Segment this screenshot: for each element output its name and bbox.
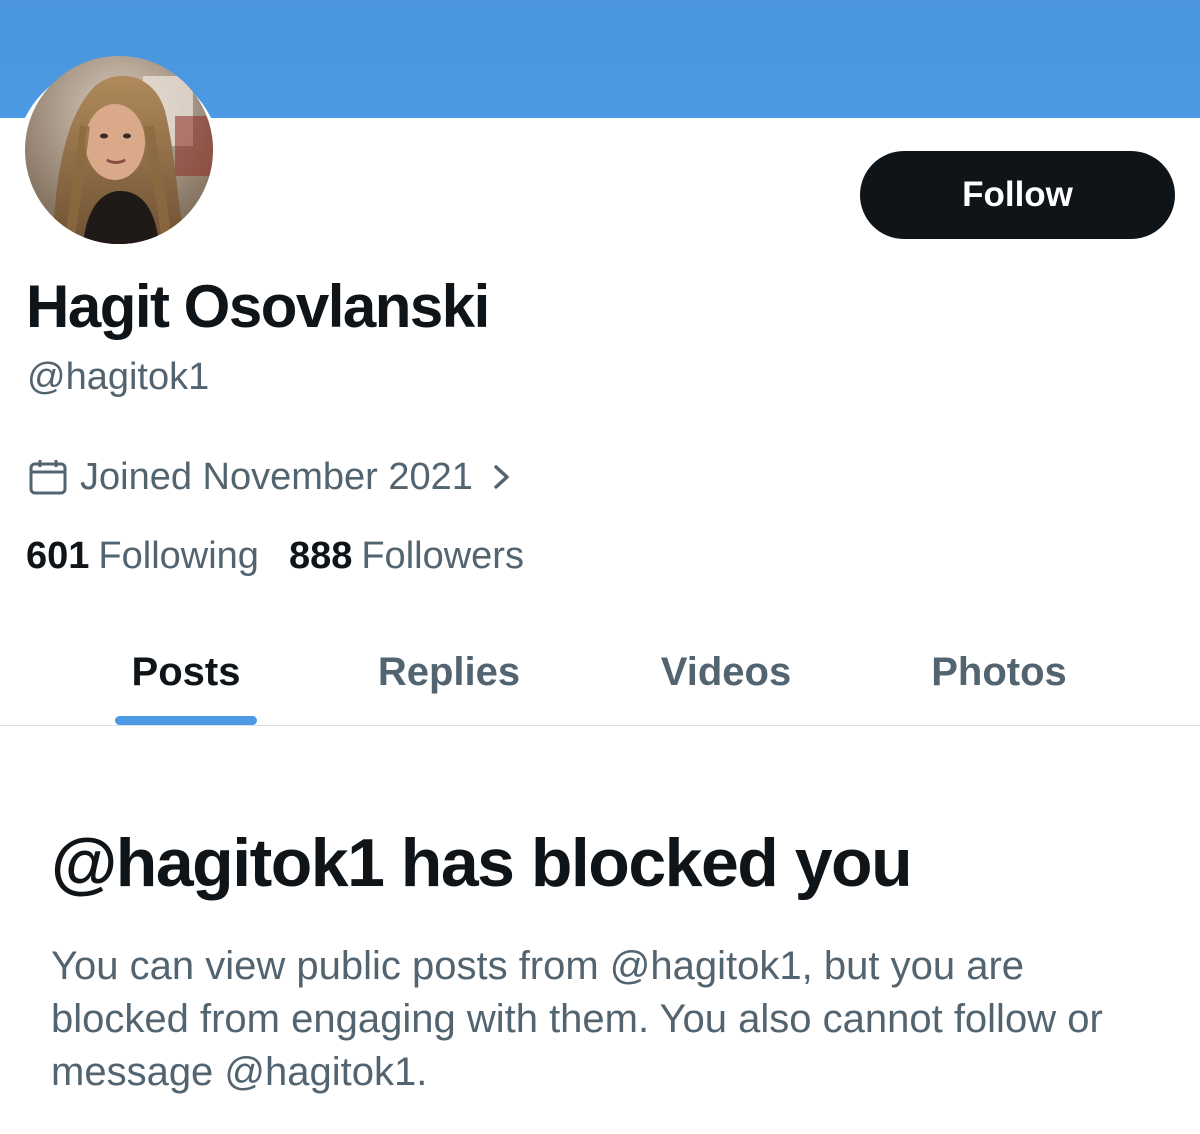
profile-handle: @hagitok1: [27, 356, 210, 398]
chevron-right-icon: [489, 460, 515, 494]
calendar-icon: [28, 457, 68, 497]
active-tab-indicator: [115, 716, 257, 725]
tab-photos[interactable]: Photos: [899, 620, 1099, 725]
blocked-notice-title: @hagitok1 has blocked you: [51, 825, 913, 901]
display-name: Hagit Osovlanski: [26, 273, 490, 340]
joined-date-text: Joined November 2021: [80, 455, 473, 498]
following-count: 601: [26, 535, 90, 577]
followers-label: Followers: [361, 535, 524, 577]
following-stat[interactable]: 601 Following: [26, 535, 259, 578]
avatar[interactable]: [25, 56, 213, 244]
tab-posts[interactable]: Posts: [86, 620, 286, 725]
followers-count: 888: [288, 535, 353, 577]
avatar-photo: [25, 56, 213, 244]
joined-date-row[interactable]: Joined November 2021: [28, 452, 515, 502]
profile-tabs: Posts Replies Videos Photos: [0, 620, 1200, 726]
followers-stat[interactable]: 888 Followers: [289, 535, 524, 578]
tab-videos[interactable]: Videos: [626, 620, 826, 725]
blocked-notice-description: You can view public posts from @hagitok1…: [51, 944, 1103, 1094]
tab-replies[interactable]: Replies: [349, 620, 549, 725]
following-label: Following: [98, 535, 259, 577]
follow-button[interactable]: Follow: [860, 151, 1175, 239]
follow-stats: 601 Following 888 Followers: [26, 535, 524, 578]
